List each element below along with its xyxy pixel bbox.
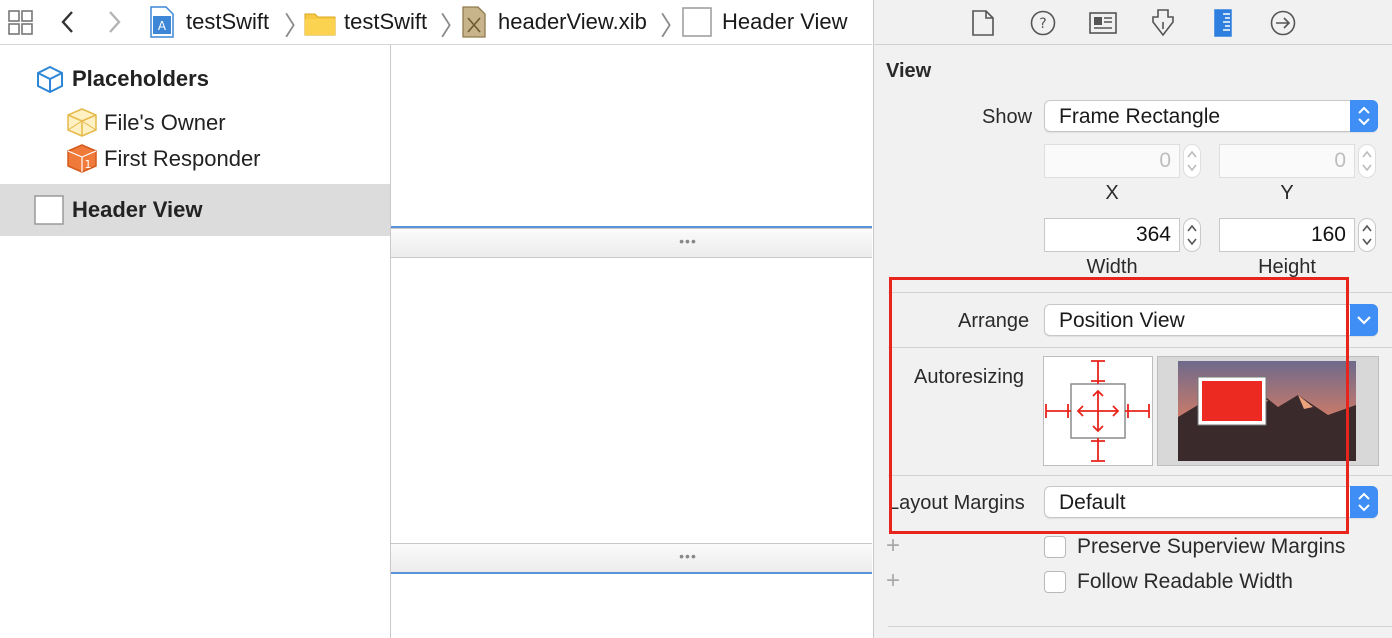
scene-divider-bar[interactable]: ••• <box>391 228 872 258</box>
svg-text:A: A <box>158 19 167 33</box>
outline-item-label: Header View <box>72 197 203 222</box>
breadcrumb-group[interactable]: testSwift <box>344 9 427 35</box>
section-title: View <box>886 60 932 82</box>
layout-margins-popup[interactable]: Default <box>1044 486 1378 518</box>
section-divider <box>888 475 1392 476</box>
autoresizing-struts-springs-icon <box>1045 360 1150 462</box>
mountain-wallpaper-icon <box>1178 361 1356 461</box>
x-stepper[interactable] <box>1183 144 1201 178</box>
connections-inspector-icon[interactable] <box>1268 8 1298 38</box>
cube-outline-icon <box>36 65 64 94</box>
jump-bar: A testSwift 〉 testSwift 〉 headerView.xib… <box>0 0 872 45</box>
back-arrow-icon[interactable] <box>56 8 80 36</box>
arrange-label: Arrange <box>958 310 1030 332</box>
inspector-panel: ? View Show Frame Rectangle 0 0 X Y 364 … <box>873 0 1392 638</box>
show-popup[interactable]: Frame Rectangle <box>1044 100 1378 132</box>
preserve-superview-margins-label[interactable]: Preserve Superview Margins <box>1077 535 1345 559</box>
outline-item-files-owner[interactable]: File's Owner <box>104 110 226 136</box>
view-icon <box>34 195 64 225</box>
section-divider <box>888 626 1392 627</box>
follow-readable-width-label[interactable]: Follow Readable Width <box>1077 570 1293 594</box>
breadcrumb-file[interactable]: headerView.xib <box>498 9 647 35</box>
layout-margins-popup-value: Default <box>1059 491 1126 514</box>
height-stepper[interactable] <box>1358 218 1376 252</box>
popup-arrows-icon[interactable] <box>1350 486 1378 518</box>
add-variation-icon[interactable]: + <box>886 532 900 560</box>
svg-text:?: ? <box>1039 16 1046 32</box>
forward-arrow-icon[interactable] <box>102 8 126 36</box>
y-label: Y <box>1280 182 1294 204</box>
layout-margins-label: Layout Margins <box>888 492 1025 514</box>
y-field[interactable]: 0 <box>1219 144 1355 178</box>
follow-readable-width-checkbox[interactable] <box>1044 571 1066 593</box>
interface-builder-canvas[interactable]: ••• ••• <box>391 45 872 638</box>
show-popup-value: Frame Rectangle <box>1059 105 1221 128</box>
folder-icon <box>304 10 336 36</box>
inspector-tab-bar: ? <box>874 0 1392 45</box>
scene-divider-bar[interactable]: ••• <box>391 543 872 573</box>
view-icon <box>682 7 712 37</box>
height-value: 160 <box>1310 223 1346 246</box>
breadcrumb-view[interactable]: Header View <box>722 9 848 35</box>
document-outline: Placeholders File's Owner 1 First Respon… <box>0 45 391 638</box>
outline-item-header-view[interactable]: Header View <box>0 184 390 236</box>
width-field[interactable]: 364 <box>1044 218 1180 252</box>
y-stepper[interactable] <box>1358 144 1376 178</box>
autoresizing-preview <box>1157 356 1379 466</box>
x-field[interactable]: 0 <box>1044 144 1180 178</box>
attributes-inspector-icon[interactable] <box>1148 8 1178 38</box>
help-inspector-icon[interactable]: ? <box>1028 8 1058 38</box>
outline-item-first-responder[interactable]: First Responder <box>104 146 261 172</box>
breadcrumb-project[interactable]: testSwift <box>186 9 269 35</box>
x-value: 0 <box>1159 149 1171 172</box>
height-field[interactable]: 160 <box>1219 218 1355 252</box>
autoresizing-label: Autoresizing <box>914 366 1025 388</box>
files-owner-icon <box>66 107 98 137</box>
width-stepper[interactable] <box>1183 218 1201 252</box>
related-items-icon[interactable] <box>8 10 34 36</box>
show-label: Show <box>982 106 1033 128</box>
xib-file-icon <box>462 6 486 38</box>
arrange-popup-value: Position View <box>1059 309 1185 332</box>
preserve-superview-margins-checkbox[interactable] <box>1044 536 1066 558</box>
add-variation-icon[interactable]: + <box>886 567 900 595</box>
drag-handle-icon[interactable]: ••• <box>673 233 703 249</box>
canvas-guide-line <box>391 572 872 574</box>
svg-text:1: 1 <box>85 158 92 171</box>
arrange-popup[interactable]: Position View <box>1044 304 1378 336</box>
placeholders-heading[interactable]: Placeholders <box>72 66 209 92</box>
size-inspector-icon[interactable] <box>1208 8 1238 38</box>
drag-handle-icon[interactable]: ••• <box>673 548 703 564</box>
height-label: Height <box>1258 256 1316 278</box>
section-divider <box>888 347 1392 348</box>
xcode-project-icon: A <box>150 6 174 38</box>
identity-inspector-icon[interactable] <box>1088 8 1118 38</box>
file-inspector-icon[interactable] <box>968 8 998 38</box>
autoresizing-mask-control[interactable] <box>1043 356 1153 466</box>
width-value: 364 <box>1135 223 1171 246</box>
section-divider <box>888 292 1392 293</box>
popup-arrows-icon[interactable] <box>1350 100 1378 132</box>
x-label: X <box>1105 182 1119 204</box>
y-value: 0 <box>1334 149 1346 172</box>
first-responder-icon: 1 <box>66 143 98 173</box>
popup-chevron-icon[interactable] <box>1350 304 1378 336</box>
width-label: Width <box>1086 256 1138 278</box>
